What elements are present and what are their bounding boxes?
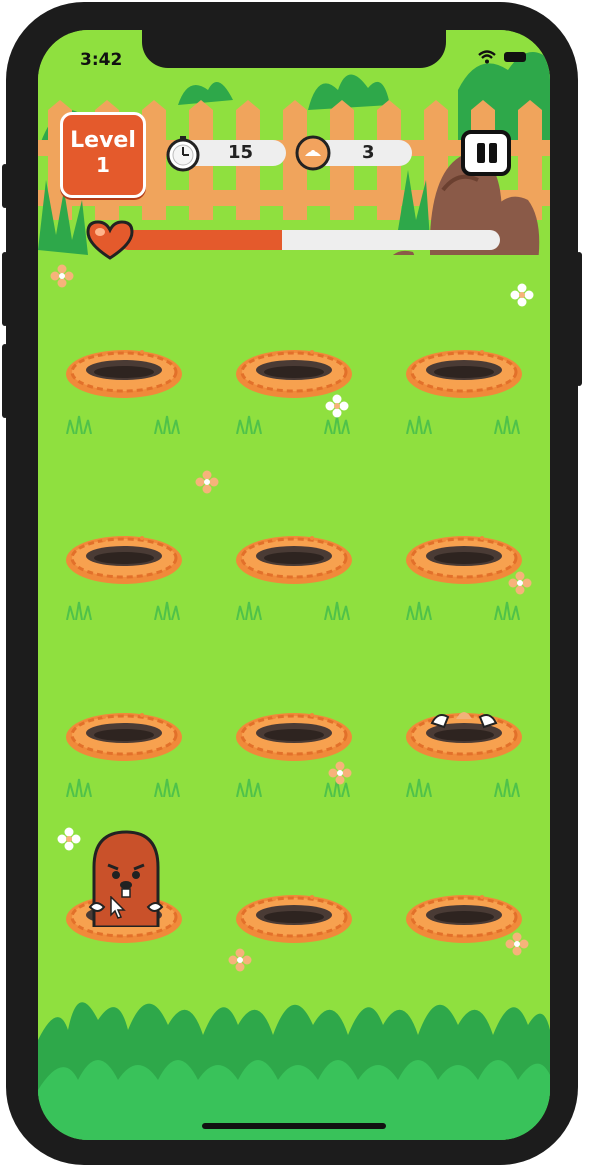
grass-tuft: [404, 600, 434, 624]
score-value: 3: [362, 142, 375, 163]
grass-tuft: [404, 777, 434, 801]
power-button: [576, 252, 582, 386]
game-screen: 3:42 Level 1 15 3: [38, 30, 550, 1140]
grass-tuft: [404, 414, 434, 438]
battery-icon: [504, 52, 526, 62]
grass-tuft: [64, 600, 94, 624]
stopwatch-icon: [166, 136, 200, 172]
grass-tuft: [152, 777, 182, 801]
mole-hole[interactable]: [404, 887, 524, 947]
mole-hole[interactable]: [64, 342, 184, 402]
mole-hole[interactable]: [404, 528, 524, 588]
grass-tuft: [64, 414, 94, 438]
grass-tuft: [64, 777, 94, 801]
grass-tuft: [234, 600, 264, 624]
pause-button[interactable]: [461, 130, 511, 176]
mole-hole[interactable]: [234, 705, 354, 765]
silent-switch: [2, 164, 8, 208]
health-bar-fill: [118, 230, 283, 250]
mole-claws[interactable]: [428, 705, 500, 739]
mole[interactable]: [86, 827, 166, 931]
flower-icon: [510, 283, 534, 307]
mole-hole[interactable]: [234, 887, 354, 947]
mole-coin-icon: [295, 135, 331, 171]
cursor-pointer-icon: [110, 895, 126, 924]
mole-hole[interactable]: [404, 342, 524, 402]
status-time: 3:42: [80, 50, 123, 70]
volume-up-button: [2, 252, 8, 326]
pause-icon-bar: [489, 143, 497, 163]
grass-tuft: [492, 600, 522, 624]
grass-tuft: [234, 777, 264, 801]
mole-hole[interactable]: [64, 528, 184, 588]
level-badge: Level 1: [60, 112, 146, 198]
flower-icon: [57, 827, 81, 851]
mole-hole[interactable]: [234, 342, 354, 402]
flower-icon: [195, 470, 219, 494]
grass-tuft: [234, 414, 264, 438]
grass-tuft: [492, 414, 522, 438]
pause-icon: [477, 143, 485, 163]
health-bar: [118, 230, 500, 250]
wifi-icon: [478, 50, 496, 64]
mole-hole[interactable]: [234, 528, 354, 588]
grass-tuft: [492, 777, 522, 801]
grass-tuft: [152, 600, 182, 624]
flower-icon: [228, 948, 252, 972]
foreground-grass: [38, 1002, 550, 1140]
flower-icon: [50, 264, 74, 288]
status-icons: [478, 50, 526, 64]
level-label: Level: [70, 128, 136, 153]
notch: [142, 30, 446, 68]
grass-tuft: [322, 600, 352, 624]
home-indicator[interactable]: [202, 1123, 386, 1129]
heart-icon: [86, 220, 134, 260]
grass-tuft: [152, 414, 182, 438]
mole-hole[interactable]: [64, 705, 184, 765]
timer-value: 15: [228, 142, 254, 163]
volume-down-button: [2, 344, 8, 418]
level-number: 1: [96, 153, 110, 177]
